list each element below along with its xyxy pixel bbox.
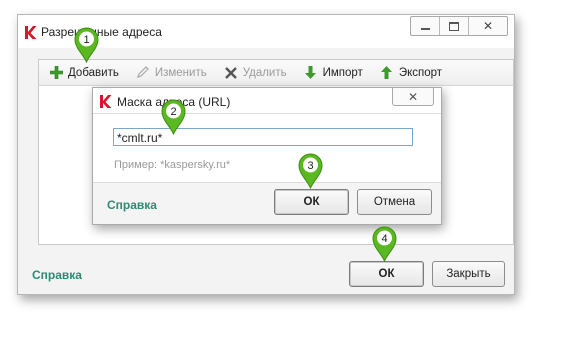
step-marker-1: 1 [74, 27, 99, 63]
export-label: Экспорт [398, 66, 443, 79]
toolbar: Добавить Изменить Удалить Импорт Экспорт [39, 60, 513, 86]
url-mask-dialog: Маска адреса (URL) ✕ *cmlt.ru* Пример: *… [92, 87, 442, 225]
arrow-down-icon [304, 66, 318, 80]
step-marker-2-label: 2 [170, 106, 176, 118]
dialog-close-icon[interactable]: ✕ [392, 88, 434, 106]
edit-button[interactable]: Изменить [136, 66, 207, 80]
step-marker-4-label: 4 [381, 233, 387, 245]
edit-label: Изменить [154, 66, 207, 79]
dialog-cancel-button[interactable]: Отмена [357, 189, 432, 215]
close-button[interactable]: Закрыть [432, 261, 505, 287]
url-mask-input[interactable]: *cmlt.ru* [113, 128, 413, 146]
plus-icon [49, 66, 63, 80]
export-button[interactable]: Экспорт [380, 66, 442, 80]
step-marker-3-label: 3 [307, 160, 313, 172]
delete-button[interactable]: Удалить [224, 66, 287, 80]
delete-label: Удалить [242, 66, 287, 79]
dialog-titlebar: Маска адреса (URL) ✕ [93, 88, 441, 113]
help-link[interactable]: Справка [32, 268, 82, 282]
kaspersky-logo-icon [100, 95, 112, 108]
pencil-icon [136, 66, 150, 80]
dialog-body: *cmlt.ru* Пример: *kaspersky.ru* [93, 113, 441, 183]
minimize-icon[interactable] [411, 17, 440, 35]
window-controls: ✕ [410, 16, 508, 36]
step-marker-3: 3 [298, 153, 323, 189]
dialog-help-link[interactable]: Справка [107, 198, 157, 212]
dialog-ok-button[interactable]: ОК [274, 189, 349, 215]
example-hint: Пример: *kaspersky.ru* [114, 159, 231, 171]
maximize-icon[interactable] [440, 17, 469, 35]
add-button[interactable]: Добавить [49, 66, 119, 80]
close-icon[interactable]: ✕ [469, 17, 507, 35]
import-button[interactable]: Импорт [304, 66, 363, 80]
ok-button[interactable]: ОК [349, 261, 424, 287]
window-title: Разрешенные адреса [41, 25, 162, 39]
delete-x-icon [224, 66, 238, 80]
step-marker-1-label: 1 [83, 34, 89, 46]
add-label: Добавить [68, 66, 119, 79]
step-marker-4: 4 [372, 226, 397, 262]
step-marker-2: 2 [161, 99, 186, 135]
arrow-up-icon [380, 66, 394, 80]
import-label: Импорт [322, 66, 363, 79]
kaspersky-logo-icon [25, 26, 37, 39]
